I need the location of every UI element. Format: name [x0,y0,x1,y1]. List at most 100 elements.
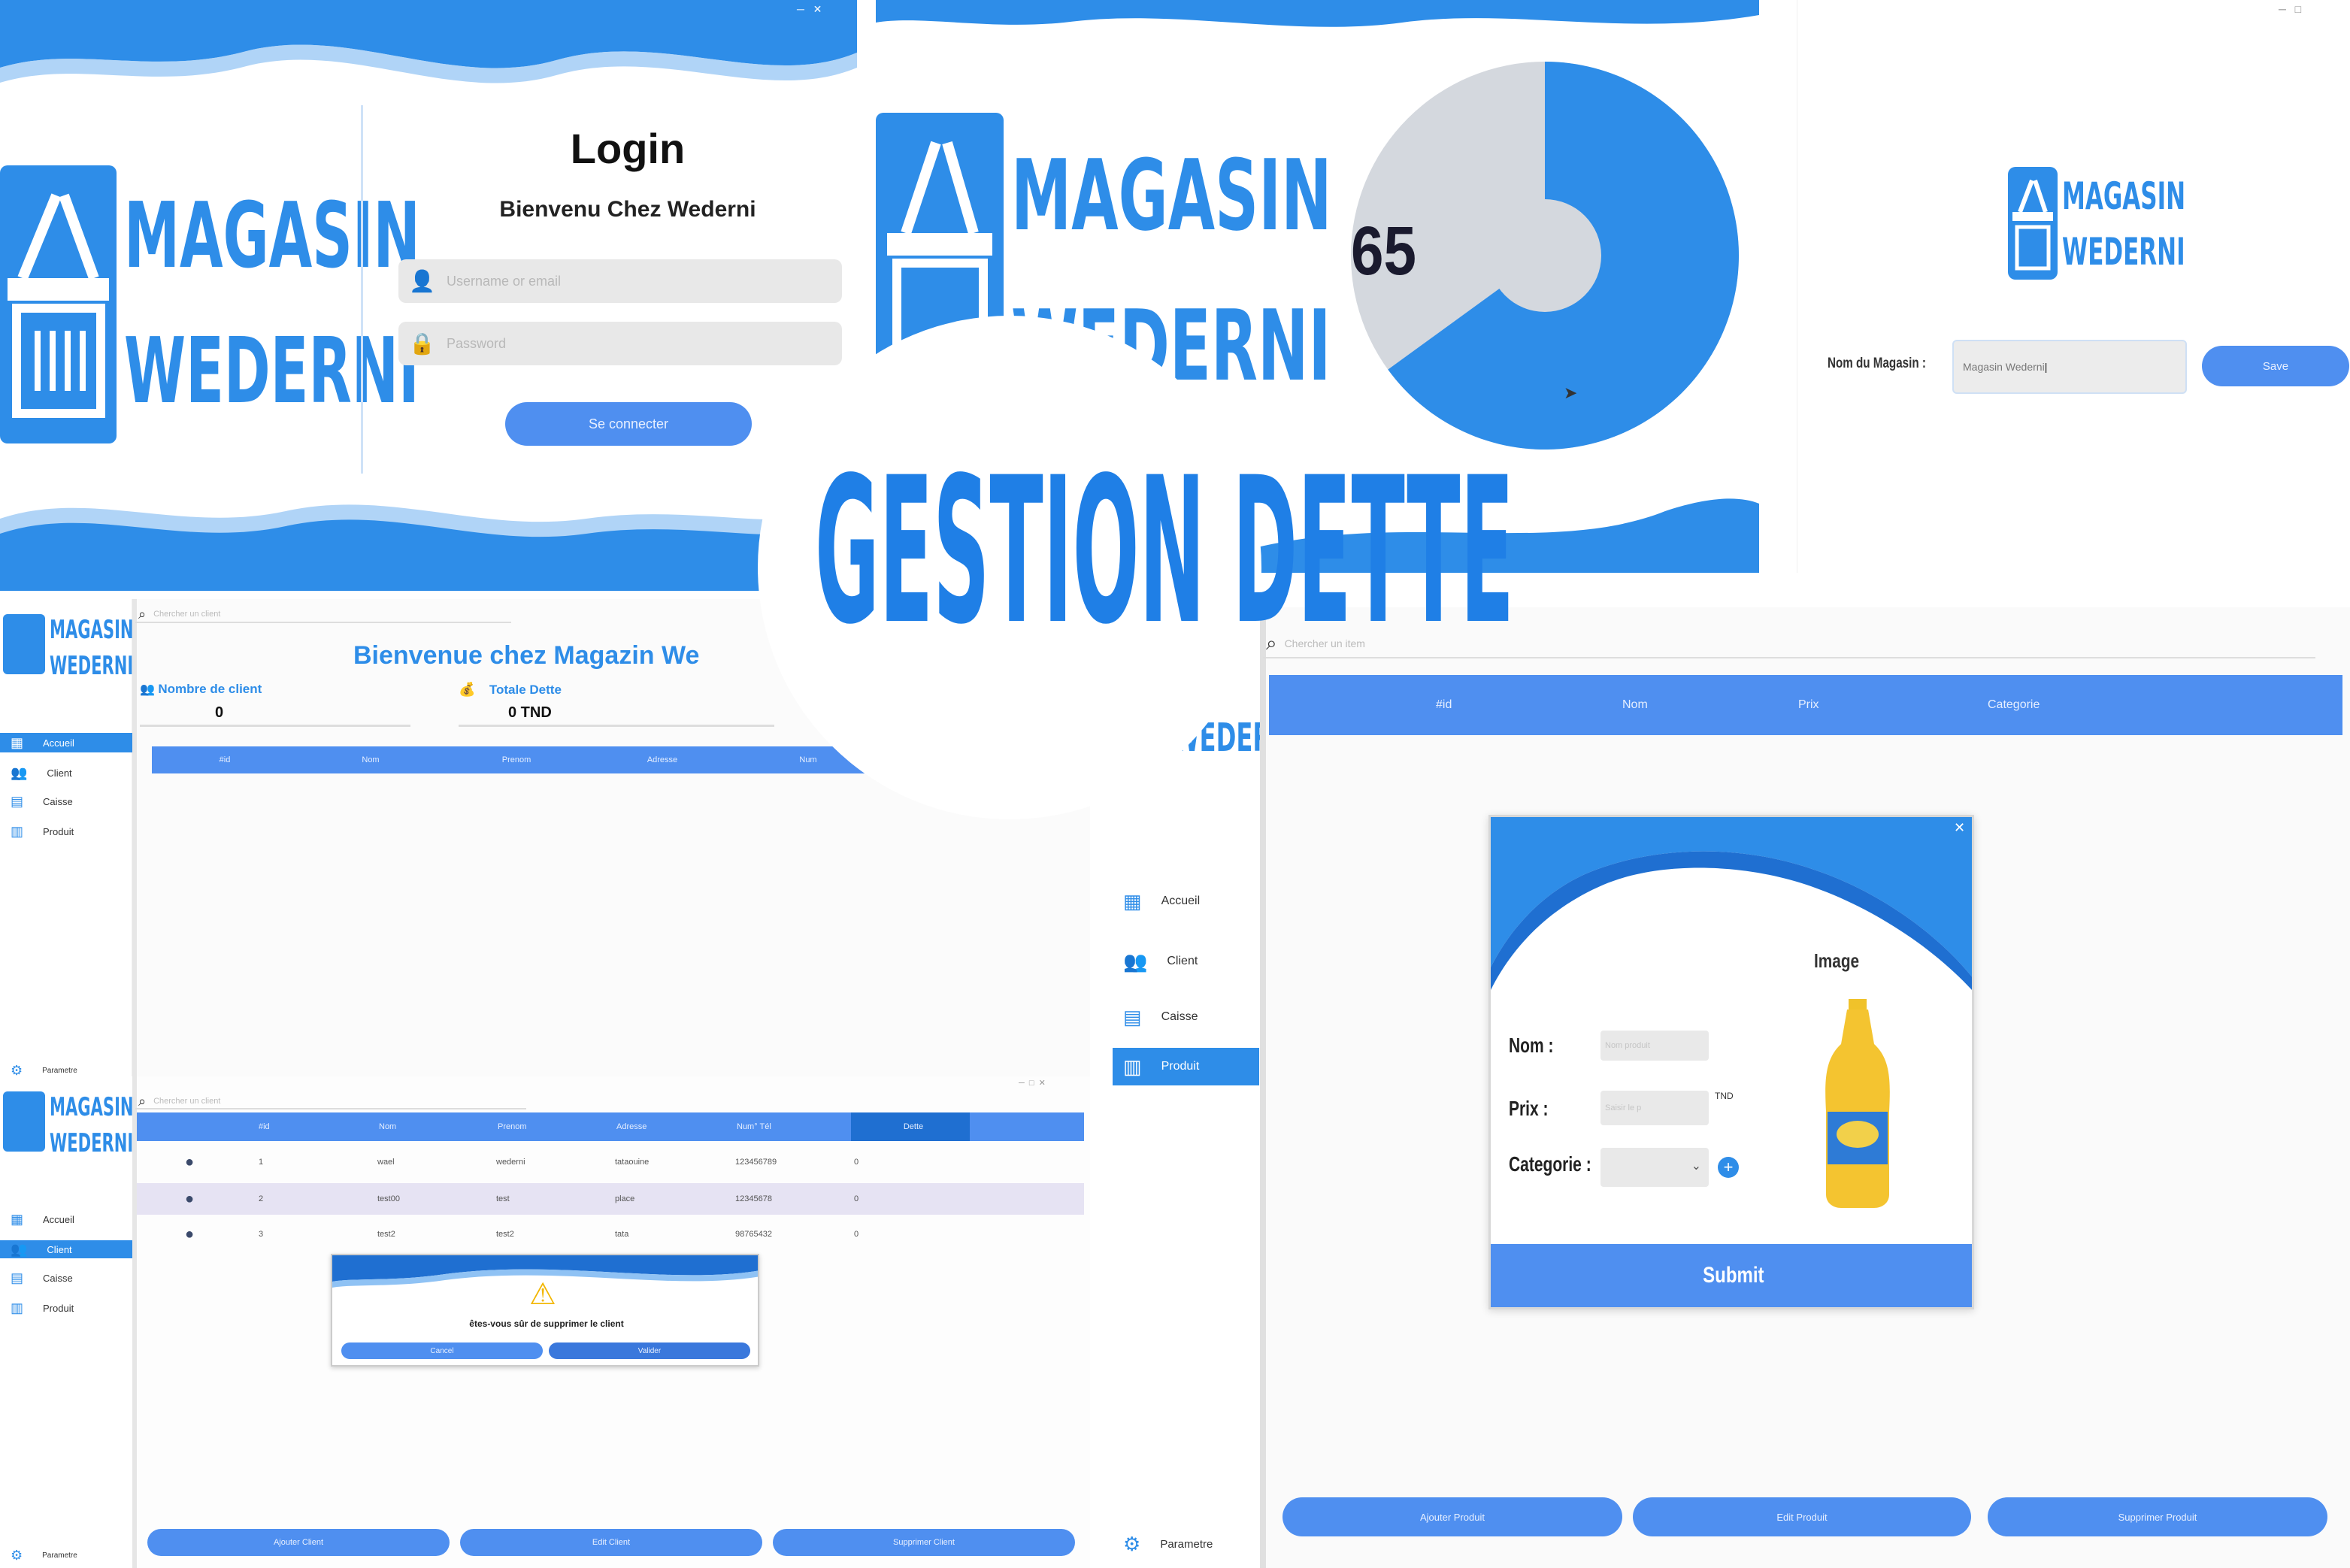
edit-client-button[interactable]: Edit Client [460,1529,762,1556]
cash-register-icon: ▤ [1123,1005,1142,1028]
products-icon: ▥ [11,1300,24,1315]
avatar-icon: ● [185,1190,195,1207]
store-name-input[interactable]: Magasin Wederni | [1952,340,2187,394]
stat-label-dette: Totale Dette [489,683,562,697]
window-controls[interactable]: ─ □ [2279,3,2301,15]
add-product-dialog: ✕ Image Nom : Nom produit Prix : Saisir … [1488,815,1974,1309]
nom-label: Nom : [1509,1034,1554,1057]
window-controls[interactable]: ─ □ ✕ [1019,1078,1046,1088]
dashboard-icon: ▦ [11,1211,24,1227]
brand-name-line1: MAGASIN [50,1092,134,1122]
add-client-button[interactable]: Ajouter Client [147,1529,450,1556]
submit-button[interactable]: Submit [1491,1244,1972,1307]
sidebar-item-client[interactable]: 👥 Client [0,1240,132,1258]
login-title: Login [570,125,686,172]
prix-label: Prix : [1509,1097,1549,1120]
save-button[interactable]: Save [2202,346,2349,386]
users-icon: 👥 [11,764,28,780]
clients-table-header: #id Nom Prenom Adresse Num° Tél Dette [137,1112,1084,1141]
sidebar-item-accueil[interactable]: ▦ Accueil [0,733,132,752]
dialog-wave-decoration [1491,817,1972,990]
store-name-label: Nom du Magasin : [1828,356,1926,371]
sidebar-item-accueil[interactable]: ▦ Accueil [1113,884,1259,919]
sidebar-item-accueil[interactable]: ▦ Accueil [0,1210,132,1228]
dashboard-table-header: #id Nom Prenom Adresse Num [152,746,904,773]
brand-name-line1: MAGASIN [124,184,420,289]
sidebar-item-produit[interactable]: ▥ Produit [0,1299,132,1317]
brand-name-line2: WEDERNI [50,1128,134,1158]
confirm-button[interactable]: Valider [549,1342,750,1359]
close-icon[interactable]: ✕ [1954,820,1965,836]
avatar-icon: ● [185,1153,195,1170]
products-icon: ▥ [1123,1055,1142,1078]
cash-register-icon: ▤ [11,1270,24,1285]
sidebar-item-produit[interactable]: ▥ Produit [0,822,132,841]
welcome-title: Bienvenue chez Magazin We [353,641,700,670]
user-icon: 👤 [409,269,435,293]
categorie-label: Categorie : [1509,1152,1591,1176]
dialog-message: êtes-vous sûr de supprimer le client [469,1318,624,1329]
sorted-column[interactable]: Dette [851,1112,970,1141]
stat-card-clients: 👥 Nombre de client 0 [140,682,410,727]
delete-client-button[interactable]: Supprimer Client [773,1529,1075,1556]
setup-window: ─ □ MAGASIN WEDERNI Nom du Magasin : Mag… [1797,0,2350,573]
categorie-select[interactable]: ⌄ [1600,1148,1709,1187]
search-input[interactable]: ⌕ Chercher un client [135,607,511,623]
product-image [1825,999,1890,1208]
sidebar-item-parametre[interactable]: ⚙ Parametre [1113,1529,1259,1559]
money-icon: 💰 [459,682,476,697]
lock-icon: 🔒 [409,331,435,356]
brand-name-line2: WEDERNI [50,651,134,681]
stat-card-dette: 💰 Totale Dette 0 TND [459,682,774,727]
table-row[interactable]: ● 3 test2 test2 tata 98765432 0 [137,1219,1084,1249]
table-row[interactable]: ● 2 test00 test place 12345678 0 [137,1183,1084,1215]
chevron-down-icon: ⌄ [1691,1160,1701,1173]
dashboard-icon: ▦ [11,734,24,750]
avatar-icon: ● [185,1225,195,1243]
cancel-button[interactable]: Cancel [341,1342,543,1359]
bottom-wave-decoration [0,504,857,591]
sidebar-item-client[interactable]: 👥 Client [1113,944,1259,979]
edit-product-button[interactable]: Edit Produit [1633,1497,1971,1536]
dashboard-icon: ▦ [1123,889,1142,913]
login-window: ─ ✕ MAGASIN WEDERNI Login Bienvenu Chez … [0,0,857,591]
add-product-button[interactable]: Ajouter Produit [1283,1497,1622,1536]
users-icon: 👥 [1123,949,1148,973]
sidebar-item-parametre[interactable]: ⚙ Parametre [0,1547,132,1563]
stat-value-clients: 0 [215,704,224,721]
top-wave-decoration [0,0,857,83]
products-icon: ▥ [11,823,24,839]
brand-name-line1: MAGASIN [2062,174,2186,218]
stat-label-clients: Nombre de client [158,682,262,696]
sidebar-item-caisse[interactable]: ▤ Caisse [0,1269,132,1287]
confirm-delete-dialog: ⚠ êtes-vous sûr de supprimer le client C… [331,1254,759,1367]
search-icon: ⌕ [138,606,147,622]
nom-input[interactable]: Nom produit [1600,1031,1709,1061]
sidebar-item-produit[interactable]: ▥ Produit [1113,1048,1259,1085]
search-input[interactable]: ⌕ Chercher un client [135,1094,526,1109]
delete-product-button[interactable]: Supprimer Produit [1988,1497,2327,1536]
sidebar-item-caisse[interactable]: ▤ Caisse [0,792,132,811]
password-placeholder: Password [447,335,507,351]
mouse-cursor-icon: ➤ [1564,383,1578,402]
products-window: ─ □ ✕ WEDERNI ▦Accueil 👥Client ▤Caisse ▥… [1113,607,2350,1568]
login-submit-label: Se connecter [588,416,669,431]
username-input[interactable]: 👤 Username or email [398,259,842,303]
add-category-button[interactable]: + [1718,1157,1739,1178]
brand-name-line1: MAGASIN [50,615,134,645]
window-controls[interactable]: ─ ✕ [797,3,822,16]
save-label: Save [2262,359,2289,373]
sidebar-item-client[interactable]: 👥 Client [0,763,132,782]
login-submit-button[interactable]: Se connecter [505,402,752,446]
sidebar-item-caisse[interactable]: ▤ Caisse [1113,1000,1259,1034]
brand-name-line2: WEDERNI [124,319,419,424]
center-title: GESTION DETTE [815,434,1514,669]
users-icon: 👥 [140,683,155,696]
password-input[interactable]: 🔒 Password [398,322,842,365]
store-name-value: Magasin Wederni [1963,361,2045,373]
stat-value-dette: 0 TND [508,704,552,721]
image-label: Image [1814,949,1860,972]
prix-input[interactable]: Saisir le p [1600,1091,1709,1125]
table-row[interactable]: ● 1 wael wederni tataouine 123456789 0 [137,1147,1084,1177]
brand-name-line2: WEDERNI [2062,230,2185,274]
